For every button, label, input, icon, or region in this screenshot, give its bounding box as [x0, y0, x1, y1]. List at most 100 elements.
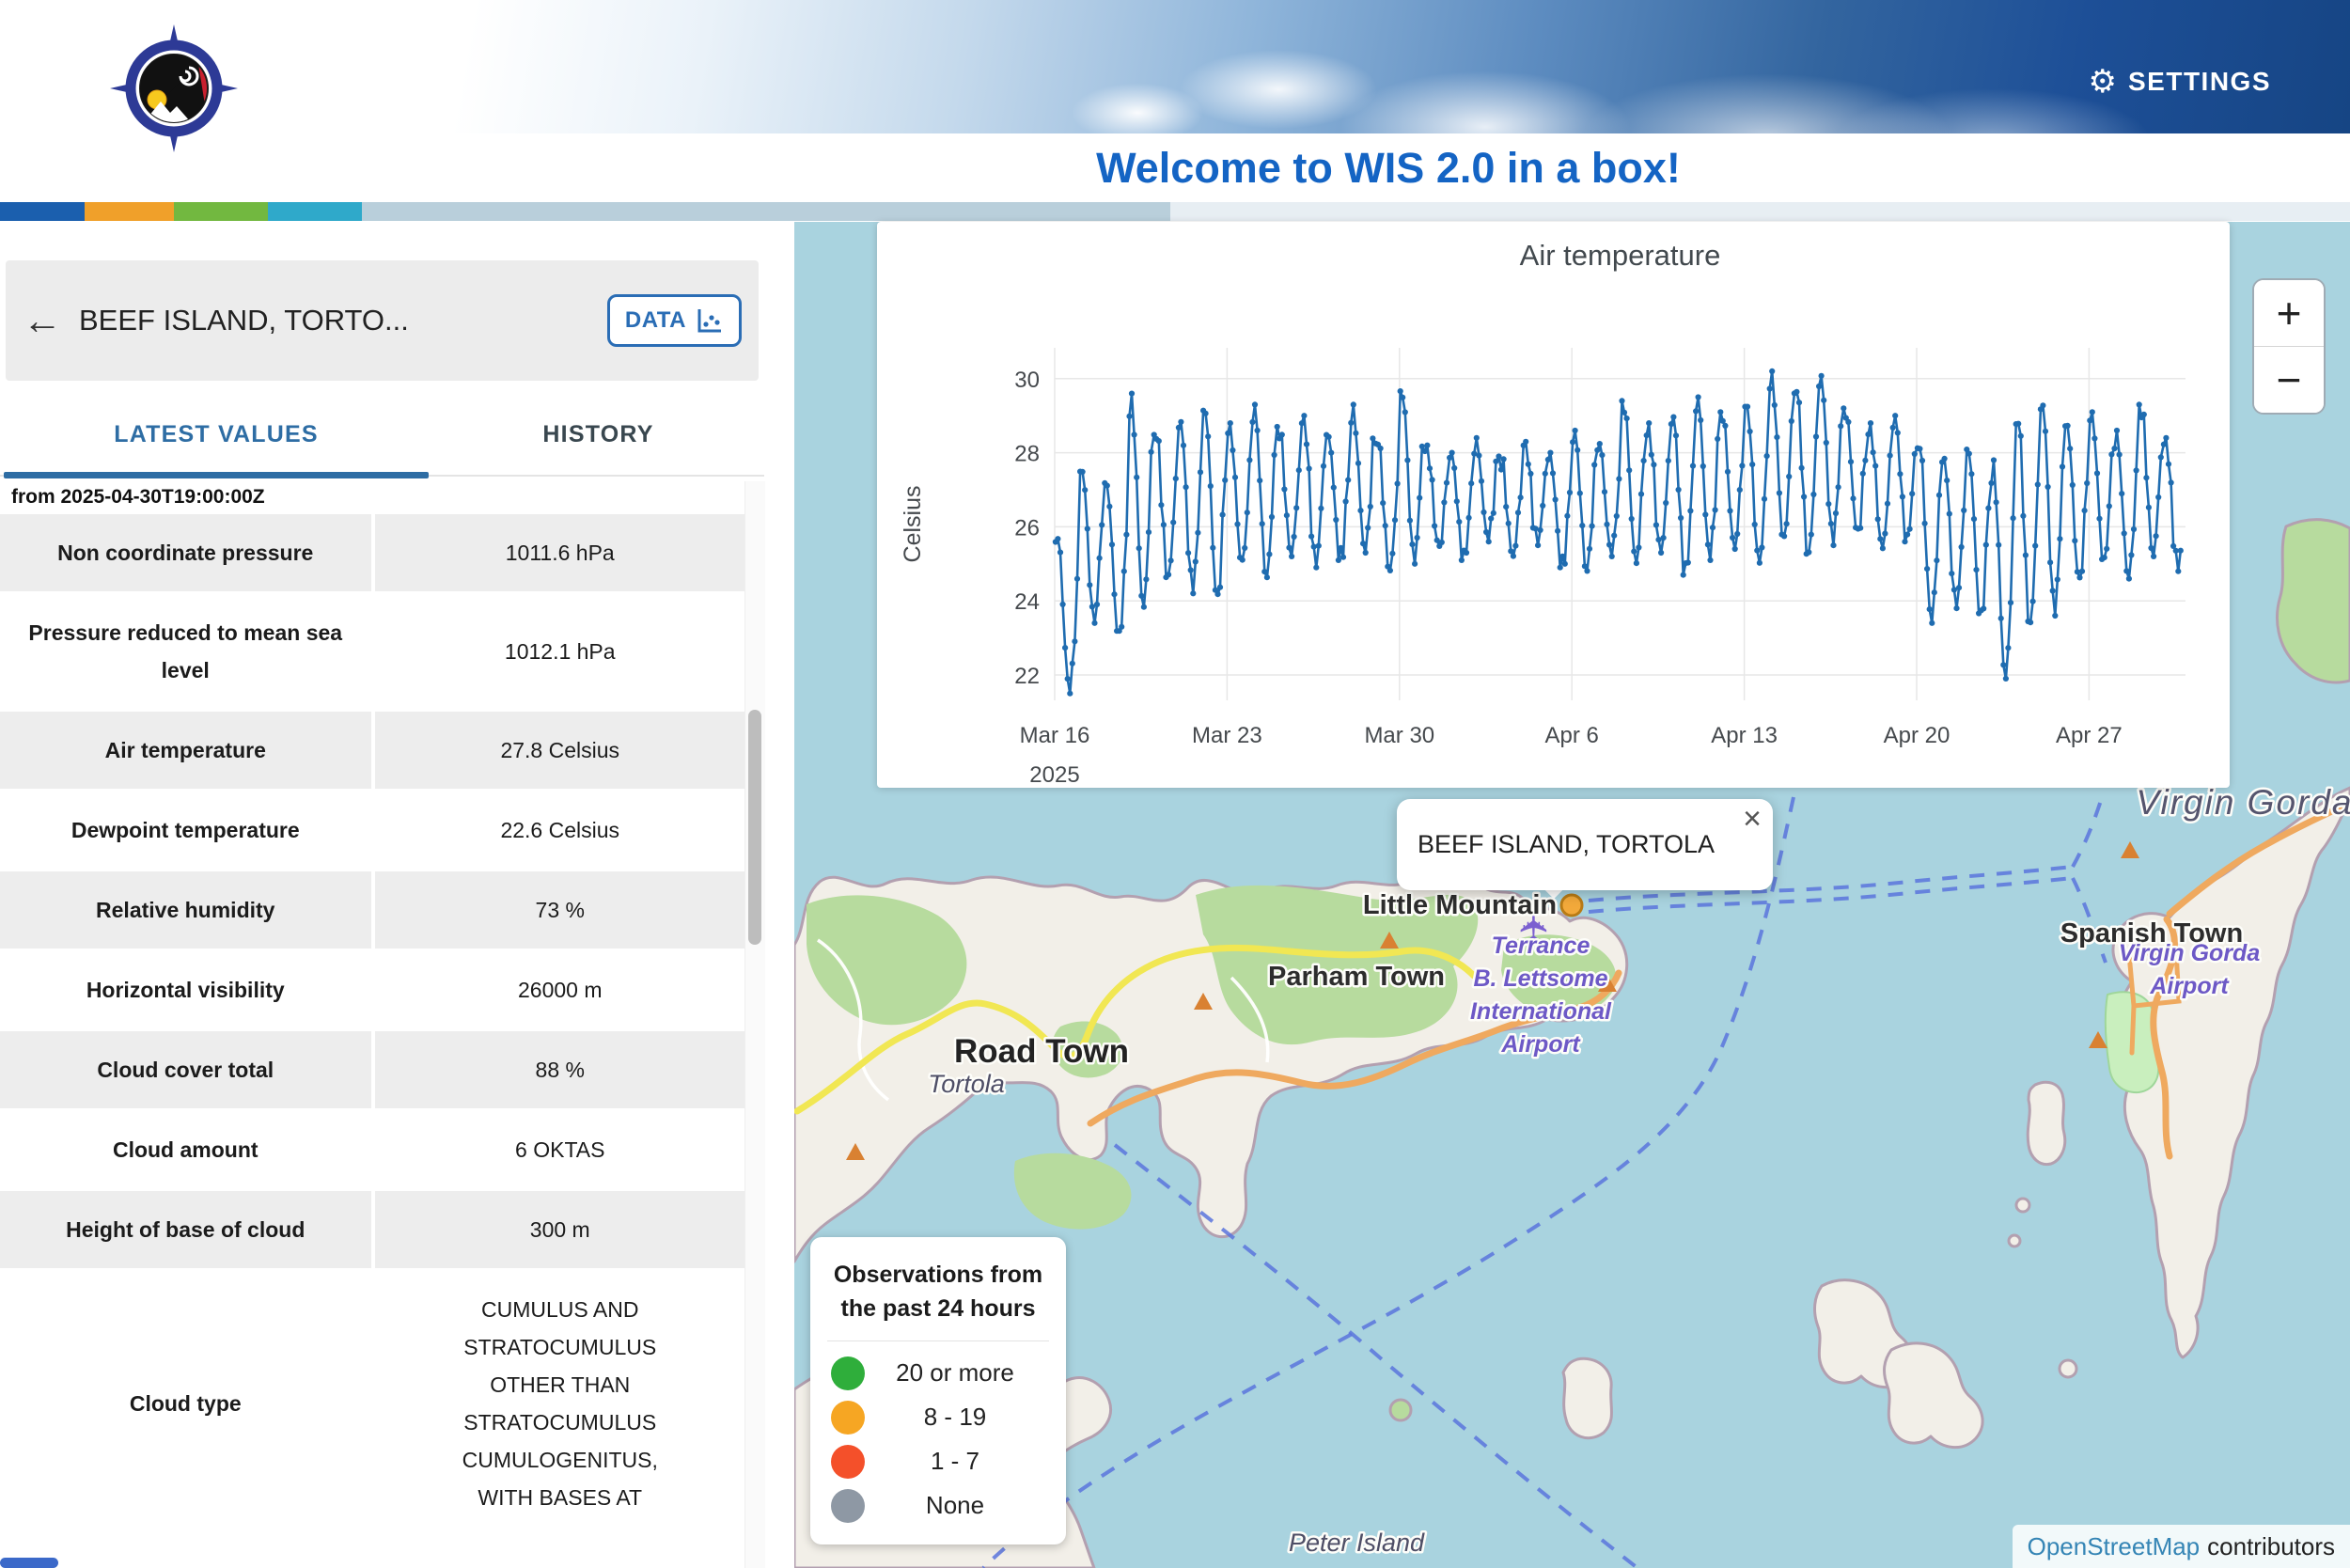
svg-text:Apr 13: Apr 13: [1711, 723, 1778, 748]
svg-text:28: 28: [1014, 442, 1040, 467]
svg-text:26: 26: [1014, 515, 1040, 541]
observation-value: 22.6 Celsius: [375, 792, 746, 869]
observation-value: 1011.6 hPa: [375, 514, 746, 591]
legend-label: None: [865, 1491, 1045, 1520]
panel-scrollbar[interactable]: [744, 481, 765, 1568]
svg-text:Mar 30: Mar 30: [1364, 723, 1434, 748]
observation-value: 73 %: [375, 871, 746, 949]
settings-button[interactable]: ⚙ SETTINGS: [2089, 66, 2272, 98]
svg-text:Apr 6: Apr 6: [1545, 723, 1599, 748]
welcome-title-bar: Welcome to WIS 2.0 in a box!: [0, 133, 2350, 202]
map-label: Little Mountain: [1363, 890, 1557, 920]
map-label: Tortola: [928, 1070, 1005, 1098]
map-label: Peter Island: [1289, 1529, 1425, 1557]
map-label: Airport: [2149, 973, 2230, 999]
observation-value: 6 OKTAS: [375, 1111, 746, 1188]
stripe-segment: [362, 202, 1170, 221]
tab-history[interactable]: HISTORY: [432, 395, 764, 475]
observation-label: Height of base of cloud: [0, 1191, 371, 1268]
legend-dot-icon: [831, 1489, 865, 1523]
islet-chain: [2028, 1082, 2065, 1164]
horizontal-scrollbar-thumb[interactable]: [0, 1558, 58, 1568]
island-dead-chest: [1563, 1358, 1612, 1437]
cmo-logo: [108, 23, 240, 154]
observation-label: Cloud amount: [0, 1111, 371, 1188]
table-row: Pressure reduced to mean sea level1012.1…: [0, 594, 745, 709]
table-row: Cloud cover total88 %: [0, 1031, 745, 1108]
attribution-text: contributors: [2207, 1532, 2335, 1561]
table-row: Cloud amount6 OKTAS: [0, 1111, 745, 1188]
back-button[interactable]: ←: [23, 298, 79, 343]
observation-value: 88 %: [375, 1031, 746, 1108]
islet: [2060, 1360, 2076, 1377]
table-row: Dewpoint temperature22.6 Celsius: [0, 792, 745, 869]
tab-bar: LATEST VALUES HISTORY: [0, 395, 764, 477]
page-title: Welcome to WIS 2.0 in a box!: [1096, 144, 1681, 193]
legend-dot-icon: [831, 1445, 865, 1479]
svg-text:24: 24: [1014, 589, 1040, 615]
observation-value: 1012.1 hPa: [375, 594, 746, 709]
observation-value: 300 m: [375, 1191, 746, 1268]
legend-item: 20 or more: [823, 1351, 1053, 1395]
table-row: Relative humidity73 %: [0, 871, 745, 949]
panel-header: ← BEEF ISLAND, TORTO... DATA: [6, 260, 759, 381]
map-label: Virgin Gorda: [2119, 940, 2261, 966]
gear-icon: ⚙: [2089, 66, 2117, 98]
zoom-out-button[interactable]: −: [2254, 346, 2324, 413]
app-root: ⚙ SETTINGS Welcome to WIS 2.0 in a box!: [0, 0, 2350, 1568]
legend-item: 1 - 7: [823, 1439, 1053, 1483]
scatter-chart-icon: [696, 306, 724, 335]
observation-label: Cloud type: [0, 1271, 371, 1536]
map-label: Airport: [1500, 1031, 1581, 1058]
table-row: Air temperature27.8 Celsius: [0, 712, 745, 789]
chart-card: Mar 162025Mar 23Mar 30Apr 6Apr 13Apr 20A…: [877, 222, 2230, 788]
stripe-segment: [85, 202, 174, 221]
observation-value: 27.8 Celsius: [375, 712, 746, 789]
map-legend: Observations from the past 24 hours 20 o…: [810, 1237, 1066, 1544]
observation-label: Pressure reduced to mean sea level: [0, 594, 371, 709]
map-label: Virgin Gorda: [2136, 783, 2350, 822]
stripe-segment: [0, 202, 85, 221]
svg-text:Air temperature: Air temperature: [1520, 239, 1721, 272]
map-label: B. Lettsome: [1473, 965, 1607, 992]
zoom-in-button[interactable]: +: [2254, 280, 2324, 346]
station-marker[interactable]: [1561, 895, 1582, 916]
tab-latest-values[interactable]: LATEST VALUES: [0, 395, 432, 475]
station-popup[interactable]: BEEF ISLAND, TORTOLA ×: [1397, 799, 1773, 890]
settings-label: SETTINGS: [2128, 67, 2271, 97]
map-label: Road Town: [954, 1033, 1129, 1070]
svg-text:2025: 2025: [1029, 762, 1079, 788]
observation-label: Relative humidity: [0, 871, 371, 949]
table-row: Cloud typeCUMULUS AND STRATOCUMULUS OTHE…: [0, 1271, 745, 1536]
observation-label: Dewpoint temperature: [0, 792, 371, 869]
legend-title: Observations from the past 24 hours: [823, 1258, 1053, 1325]
map-zoom-controls: + −: [2252, 278, 2326, 415]
close-icon[interactable]: ×: [1743, 801, 1762, 838]
map-label: Terrance: [1492, 933, 1590, 959]
observation-value: 26000 m: [375, 951, 746, 1028]
observation-value: CUMULUS AND STRATOCUMULUS OTHER THAN STR…: [375, 1271, 746, 1536]
data-button[interactable]: DATA: [607, 294, 742, 347]
observation-table: Non coordinate pressure1011.6 hPaPressur…: [0, 514, 745, 1539]
table-row: Horizontal visibility26000 m: [0, 951, 745, 1028]
air-temperature-chart[interactable]: Mar 162025Mar 23Mar 30Apr 6Apr 13Apr 20A…: [877, 222, 2230, 788]
stripe-segment: [268, 202, 362, 221]
header-banner: ⚙ SETTINGS: [0, 0, 2350, 133]
observation-label: Cloud cover total: [0, 1031, 371, 1108]
legend-dot-icon: [831, 1401, 865, 1435]
scrollbar-thumb[interactable]: [748, 710, 761, 945]
legend-label: 20 or more: [865, 1358, 1045, 1388]
map-label: Parham Town: [1268, 962, 1445, 992]
observation-label: Air temperature: [0, 712, 371, 789]
legend-label: 8 - 19: [865, 1403, 1045, 1432]
svg-text:Apr 27: Apr 27: [2056, 723, 2123, 748]
legend-item: 8 - 19: [823, 1395, 1053, 1439]
legend-item: None: [823, 1483, 1053, 1528]
svg-text:Celsius: Celsius: [900, 486, 926, 563]
legend-items: 20 or more 8 - 19 1 - 7 None: [823, 1351, 1053, 1528]
svg-text:Mar 16: Mar 16: [1020, 723, 1090, 748]
station-title: BEEF ISLAND, TORTO...: [79, 304, 607, 337]
map-label: International: [1470, 998, 1612, 1025]
osm-link[interactable]: OpenStreetMap: [2028, 1532, 2201, 1561]
table-row: Non coordinate pressure1011.6 hPa: [0, 514, 745, 591]
